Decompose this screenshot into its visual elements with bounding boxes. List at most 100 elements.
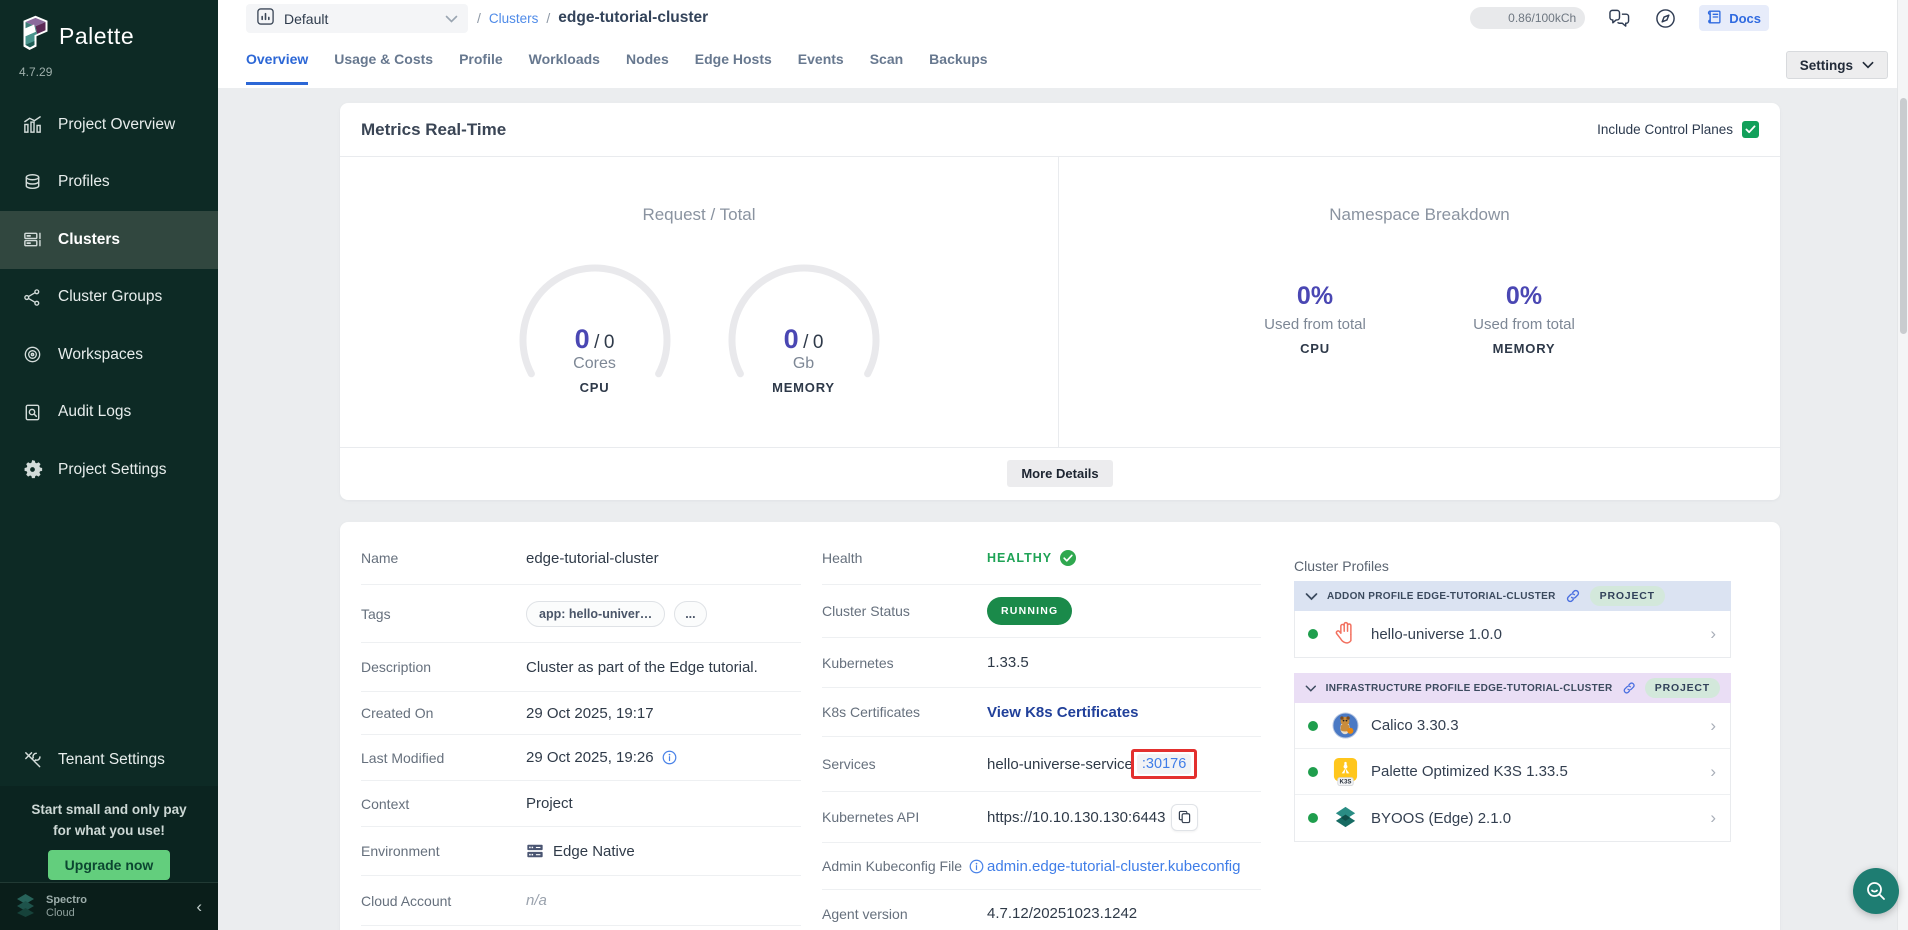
orbit-icon — [21, 344, 43, 366]
scrollbar-thumb[interactable] — [1900, 98, 1907, 334]
topbar: Default / Clusters / edge-tutorial-clust… — [218, 0, 1908, 36]
compass-icon[interactable] — [1653, 6, 1677, 30]
sidebar-item-label: Profiles — [58, 173, 110, 191]
addon-profile-group: ADDON PROFILE EDGE-TUTORIAL-CLUSTER PROJ… — [1294, 581, 1731, 658]
view-k8s-certificates-link[interactable]: View K8s Certificates — [987, 704, 1138, 721]
field-label: Tags — [361, 606, 526, 622]
pack-row-hello-universe[interactable]: hello-universe 1.0.0 › — [1295, 611, 1730, 657]
profile-name: INFRASTRUCTURE PROFILE EDGE-TUTORIAL-CLU… — [1326, 683, 1613, 694]
settings-button[interactable]: Settings — [1786, 51, 1888, 79]
more-details-button[interactable]: More Details — [1007, 460, 1112, 487]
sidebar-item-tenant-settings[interactable]: Tenant Settings — [0, 731, 218, 789]
sidebar-footer: SpectroCloud ‹ — [0, 882, 218, 930]
project-scope-badge: PROJECT — [1590, 586, 1665, 606]
chevron-down-icon — [1862, 61, 1874, 69]
docs-button[interactable]: Docs — [1699, 5, 1769, 31]
bar-chart-icon — [256, 7, 275, 31]
tab-profile[interactable]: Profile — [459, 36, 503, 85]
chart-icon — [21, 114, 43, 136]
audit-icon — [21, 401, 43, 423]
sidebar-item-project-overview[interactable]: Project Overview — [0, 96, 218, 154]
help-search-fab[interactable] — [1853, 868, 1899, 914]
addon-profile-header[interactable]: ADDON PROFILE EDGE-TUTORIAL-CLUSTER PROJ… — [1294, 581, 1731, 611]
field-label: Health — [822, 550, 987, 566]
tab-events[interactable]: Events — [798, 36, 844, 85]
copy-icon[interactable] — [1171, 804, 1198, 831]
details-left-column: Name edge-tutorial-cluster Tags app: hel… — [361, 532, 801, 930]
app-version: 4.7.29 — [19, 65, 52, 79]
sidebar-tenant: Tenant Settings — [0, 731, 218, 789]
sidebar-item-audit-logs[interactable]: Audit Logs — [0, 384, 218, 442]
info-icon[interactable] — [662, 750, 677, 765]
byoos-icon — [1331, 805, 1359, 832]
tab-edge-hosts[interactable]: Edge Hosts — [695, 36, 772, 85]
pack-status-dot — [1308, 721, 1318, 731]
pack-name: Palette Optimized K3S 1.33.5 — [1371, 763, 1568, 780]
environment-row: Environment Edge Native — [361, 827, 801, 876]
include-control-planes-checkbox[interactable] — [1742, 121, 1759, 138]
breadcrumb-link-clusters[interactable]: Clusters — [489, 11, 539, 26]
infrastructure-profile-header[interactable]: INFRASTRUCTURE PROFILE EDGE-TUTORIAL-CLU… — [1294, 673, 1731, 703]
hello-universe-hand-icon — [1331, 621, 1359, 647]
pack-row-calico[interactable]: Calico 3.30.3 › — [1295, 703, 1730, 749]
pack-name: Calico 3.30.3 — [1371, 717, 1459, 734]
tab-scan[interactable]: Scan — [870, 36, 903, 85]
collapse-sidebar-icon[interactable]: ‹ — [196, 898, 202, 915]
cluster-name-value: edge-tutorial-cluster — [526, 550, 659, 567]
pack-status-dot — [1308, 767, 1318, 777]
sidebar-item-cluster-groups[interactable]: Cluster Groups — [0, 269, 218, 327]
field-label: Cluster Status — [822, 603, 987, 619]
pack-row-byoos[interactable]: BYOOS (Edge) 2.1.0 › — [1295, 795, 1730, 841]
sidebar-item-clusters[interactable]: Clusters — [0, 211, 218, 269]
tab-backups[interactable]: Backups — [929, 36, 987, 85]
project-selector-value: Default — [284, 11, 328, 27]
agent-version-row: Agent version 4.7.12/20251023.1242 — [822, 890, 1261, 930]
tab-usage-costs[interactable]: Usage & Costs — [334, 36, 433, 85]
pack-row-k3s[interactable]: K3S Palette Optimized K3S 1.33.5 › — [1295, 749, 1730, 795]
chevron-down-icon — [1305, 684, 1317, 693]
service-port-link[interactable]: :30176 — [1137, 754, 1191, 774]
kubeconfig-download-link[interactable]: admin.edge-tutorial-cluster.kubeconfig — [987, 858, 1240, 875]
layers-icon — [21, 171, 43, 193]
kubernetes-version-value: 1.33.5 — [987, 654, 1029, 671]
last-modified-row: Last Modified 29 Oct 2025, 19:26 — [361, 735, 801, 781]
context-value: Project — [526, 795, 573, 812]
tab-nodes[interactable]: Nodes — [626, 36, 669, 85]
tag-pill[interactable]: app: hello-univer… — [526, 601, 665, 627]
project-selector[interactable]: Default — [246, 4, 468, 33]
tab-workloads[interactable]: Workloads — [529, 36, 600, 85]
health-status-badge: HEALTHY — [987, 549, 1077, 567]
main-area: Default / Clusters / edge-tutorial-clust… — [218, 0, 1908, 930]
check-icon — [1745, 125, 1756, 134]
running-status-button[interactable]: RUNNING — [987, 597, 1072, 625]
description-row: Description Cluster as part of the Edge … — [361, 643, 801, 692]
pack-name: BYOOS (Edge) 2.1.0 — [1371, 810, 1511, 827]
tab-overview[interactable]: Overview — [246, 36, 308, 85]
field-label: K8s Certificates — [822, 704, 987, 720]
breadcrumb: / Clusters / edge-tutorial-cluster — [477, 0, 708, 36]
settings-button-label: Settings — [1800, 58, 1853, 73]
sidebar-item-profiles[interactable]: Profiles — [0, 154, 218, 212]
more-tags-pill[interactable]: ... — [674, 601, 706, 627]
field-label: Created On — [361, 705, 526, 721]
clusters-icon — [21, 229, 43, 251]
breadcrumb-separator: / — [477, 10, 481, 26]
chevron-right-icon: › — [1710, 762, 1716, 782]
sidebar-item-workspaces[interactable]: Workspaces — [0, 326, 218, 384]
admin-kubeconfig-row: Admin Kubeconfig File admin.edge-tutoria… — [822, 843, 1261, 890]
field-label: Services — [822, 756, 987, 772]
field-label: Environment — [361, 843, 526, 859]
chevron-down-icon — [445, 10, 458, 28]
page-scrollbar[interactable] — [1897, 0, 1908, 930]
cluster-profiles-panel: Cluster Profiles ADDON PROFILE EDGE-TUTO… — [1294, 532, 1731, 930]
upgrade-now-button[interactable]: Upgrade now — [48, 850, 171, 880]
k8s-certificates-row: K8s Certificates View K8s Certificates — [822, 688, 1261, 737]
sidebar-item-project-settings[interactable]: Project Settings — [0, 441, 218, 499]
info-icon[interactable] — [969, 859, 984, 874]
cpu-namespace-stat: 0% Used from total CPU — [1235, 260, 1395, 420]
chevron-right-icon: › — [1710, 808, 1716, 828]
chat-bubbles-icon[interactable] — [1607, 6, 1631, 30]
magnifier-icon — [1864, 879, 1888, 903]
namespace-breakdown-title: Namespace Breakdown — [1059, 205, 1780, 225]
check-circle-icon — [1059, 549, 1077, 567]
